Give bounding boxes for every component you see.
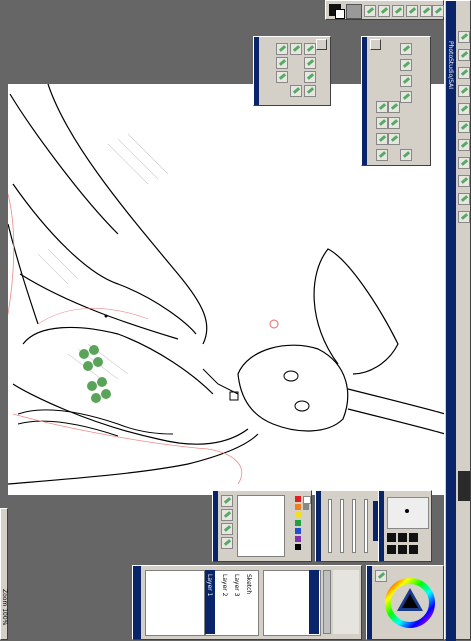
top-toolbar [325, 0, 444, 20]
palette-tool-4[interactable] [221, 537, 233, 549]
tool-b6[interactable] [388, 101, 400, 113]
close-icon[interactable] [370, 39, 381, 50]
window-title: PhotoStudio/SAI [447, 41, 454, 90]
tool-b3[interactable] [400, 75, 412, 87]
color-wheel-titlebar [367, 566, 372, 639]
layer-divider [333, 570, 359, 634]
slider-titlebar [316, 491, 321, 561]
color-swatch-white[interactable] [335, 9, 345, 19]
strip-color-patch[interactable] [458, 471, 470, 501]
swatch-purple[interactable] [295, 536, 301, 542]
tool-panel-right [361, 36, 431, 166]
brush-titlebar [379, 491, 384, 561]
tool-b4[interactable] [400, 91, 412, 103]
layer-row-selected-2[interactable] [309, 570, 319, 634]
layer-row-4[interactable]: Sketch [245, 574, 252, 624]
blend-slider[interactable] [352, 499, 356, 553]
left-edge-strip: Zoom 100% [0, 508, 8, 640]
palette-preview[interactable] [237, 495, 285, 557]
brush-shape-4[interactable] [387, 545, 396, 554]
slider-panel [315, 490, 381, 562]
layer-row-3[interactable]: Layer 3 [233, 574, 240, 624]
strip-button-3[interactable] [458, 67, 470, 79]
dilution-slider[interactable] [364, 499, 368, 553]
toolbar-button-3[interactable] [392, 5, 404, 17]
density-slider[interactable] [340, 499, 344, 553]
swatch-yellow[interactable] [295, 512, 301, 518]
tool-b1[interactable] [400, 43, 412, 55]
toolbar-button-6[interactable] [432, 5, 444, 17]
brush-dot [405, 509, 409, 513]
swatch-green[interactable] [295, 520, 301, 526]
strip-button-7[interactable] [458, 139, 470, 151]
tool-a7[interactable] [304, 71, 316, 83]
tool-panel-right-titlebar [362, 37, 367, 165]
strip-button-2[interactable] [458, 49, 470, 61]
layer-panel: Layer 1 Layer 2 Layer 3 Sketch [132, 565, 362, 640]
swatch-blue[interactable] [295, 528, 301, 534]
tool-a2[interactable] [290, 43, 302, 55]
brush-shape-panel [378, 490, 432, 562]
tool-a3[interactable] [304, 43, 316, 55]
toolbar-button-2[interactable] [378, 5, 390, 17]
layer-row-2[interactable]: Layer 2 [221, 574, 228, 624]
strip-button-6[interactable] [458, 121, 470, 133]
right-side-strip: PhotoStudio/SAI [444, 0, 471, 641]
layer-list-a[interactable] [145, 570, 205, 636]
palette-titlebar [213, 491, 218, 561]
layer-thumb[interactable] [346, 4, 362, 19]
strip-button-5[interactable] [458, 103, 470, 115]
toolbar-button-5[interactable] [420, 5, 432, 17]
palette-tool-3[interactable] [221, 523, 233, 535]
tool-a8[interactable] [290, 85, 302, 97]
strip-button-10[interactable] [458, 193, 470, 205]
toolbar-button-1[interactable] [364, 5, 376, 17]
brush-shape-6[interactable] [409, 545, 418, 554]
color-wheel-panel [366, 565, 444, 640]
zoom-status: Zoom 100% [1, 589, 8, 626]
tool-a6[interactable] [276, 71, 288, 83]
layer-scrollbar[interactable] [323, 570, 331, 634]
swatch-orange[interactable] [295, 504, 301, 510]
palette-panel [212, 490, 312, 562]
layer-row-1[interactable]: Layer 1 [206, 574, 213, 624]
size-slider[interactable] [328, 499, 332, 553]
right-strip-titlebar: PhotoStudio/SAI [446, 1, 456, 641]
tool-b8[interactable] [388, 117, 400, 129]
close-icon[interactable] [316, 39, 327, 50]
strip-button-4[interactable] [458, 85, 470, 97]
palette-tool-2[interactable] [221, 509, 233, 521]
tool-panel-left-titlebar [254, 37, 259, 105]
tool-b12[interactable] [400, 149, 412, 161]
brush-shape-5[interactable] [398, 545, 407, 554]
tool-a4[interactable] [276, 57, 288, 69]
swatch-red[interactable] [295, 496, 301, 502]
tool-b9[interactable] [376, 133, 388, 145]
strip-button-8[interactable] [458, 157, 470, 169]
layer-titlebar [133, 566, 141, 639]
brush-shape-1[interactable] [387, 533, 396, 542]
tool-panel-left [253, 36, 331, 106]
brush-preview [387, 497, 429, 529]
tool-b5[interactable] [376, 101, 388, 113]
strip-button-9[interactable] [458, 175, 470, 187]
brush-shape-3[interactable] [409, 533, 418, 542]
tool-b2[interactable] [400, 59, 412, 71]
tool-a1[interactable] [276, 43, 288, 55]
strip-button-11[interactable] [458, 211, 470, 223]
palette-tool-1[interactable] [221, 495, 233, 507]
color-wheel[interactable] [385, 578, 435, 628]
tool-a5[interactable] [304, 57, 316, 69]
toolbar-button-4[interactable] [406, 5, 418, 17]
swatch-white[interactable] [303, 496, 311, 504]
tool-b11[interactable] [376, 149, 388, 161]
swatch-gray[interactable] [303, 504, 309, 510]
tool-b7[interactable] [376, 117, 388, 129]
tool-a9[interactable] [304, 85, 316, 97]
strip-button-1[interactable] [458, 31, 470, 43]
swatch-black[interactable] [295, 544, 301, 550]
tool-b10[interactable] [388, 133, 400, 145]
brush-shape-2[interactable] [398, 533, 407, 542]
